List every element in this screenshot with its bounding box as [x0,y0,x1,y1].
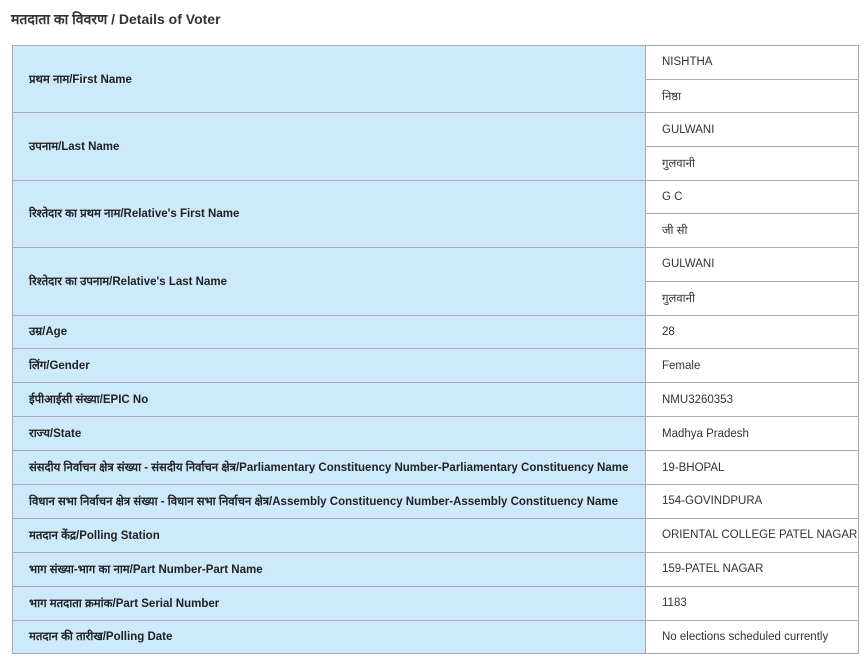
page-title: मतदाता का विवरण / Details of Voter [11,11,221,27]
table-row: भाग संख्या-भाग का नाम/Part Number-Part N… [12,551,859,587]
table-row: मतदान की तारीख/Polling Date No elections … [12,619,859,655]
field-value-english: G C [645,179,859,215]
field-label: उम्र/Age [12,314,646,350]
field-label: भाग संख्या-भाग का नाम/Part Number-Part N… [12,551,646,587]
field-label: लिंग/Gender [12,348,646,384]
table-row: प्रथम नाम/First Name NISHTHA [12,44,859,114]
table-row: विधान सभा निर्वाचन क्षेत्र संख्या - विधा… [12,483,859,519]
field-value-hindi: निष्ठा [645,78,859,114]
field-label: राज्य/State [12,416,646,452]
table-row: उम्र/Age 28 [12,314,859,350]
field-label: मतदान केंद्र/Polling Station [12,517,646,553]
field-label: विधान सभा निर्वाचन क्षेत्र संख्या - विधा… [12,483,646,519]
field-value-hindi: गुलवानी [645,146,859,181]
table-row: ईपीआईसी संख्या/EPIC No NMU3260353 [12,382,859,418]
field-value: 1183 [645,585,859,621]
table-row: राज्य/State Madhya Pradesh [12,416,859,452]
field-value: ORIENTAL COLLEGE PATEL NAGAR [645,517,859,553]
field-value-english: NISHTHA [645,45,859,80]
field-value-hindi: गुलवानी [645,280,859,316]
field-value: 28 [645,314,859,350]
field-value-english: GULWANI [645,112,859,148]
table-row: रिश्तेदार का प्रथम नाम/Relative's First … [12,179,859,249]
field-value: No elections scheduled currently [645,619,859,655]
field-value: 19-BHOPAL [645,450,859,485]
field-label: संसदीय निर्वाचन क्षेत्र संख्या - संसदीय … [12,450,646,485]
field-value: 159-PATEL NAGAR [645,551,859,587]
table-row: रिश्तेदार का उपनाम/Relative's Last Name G… [12,247,859,316]
field-label: रिश्तेदार का प्रथम नाम/Relative's First … [12,179,646,249]
field-label: मतदान की तारीख/Polling Date [12,619,646,655]
field-label: ईपीआईसी संख्या/EPIC No [12,382,646,418]
table-row: उपनाम/Last Name GULWANI [12,112,859,181]
field-label: उपनाम/Last Name [12,112,646,181]
field-label: प्रथम नाम/First Name [12,44,646,114]
field-value: Female [645,348,859,384]
voter-details-table: प्रथम नाम/First Name NISHTHA निष्ठा उपनाम/… [12,44,859,655]
field-label: रिश्तेदार का उपनाम/Relative's Last Name [12,247,646,316]
field-value: 154-GOVINDPURA [645,483,859,519]
field-value-hindi: जी सी [645,213,859,249]
field-value-english: GULWANI [645,247,859,282]
table-row: मतदान केंद्र/Polling Station ORIENTAL COL… [12,517,859,553]
table-row: भाग मतदाता क्रमांक/Part Serial Number 118… [12,585,859,621]
table-row: संसदीय निर्वाचन क्षेत्र संख्या - संसदीय … [12,450,859,485]
field-label: भाग मतदाता क्रमांक/Part Serial Number [12,585,646,621]
field-value: NMU3260353 [645,382,859,418]
field-value: Madhya Pradesh [645,416,859,452]
table-row: लिंग/Gender Female [12,348,859,384]
